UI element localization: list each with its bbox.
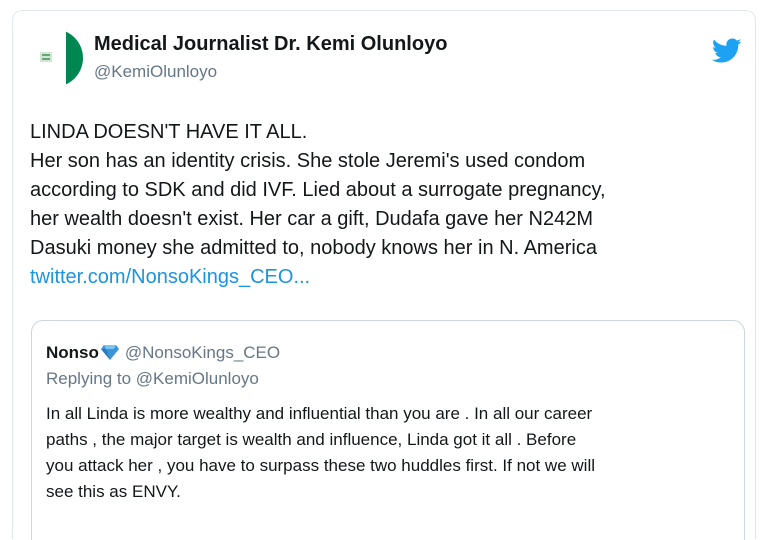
replying-to: Replying to @KemiOlunloyo	[46, 369, 259, 388]
quoted-line: see this as ENVY.	[46, 482, 181, 501]
tweet-line: LINDA DOESN'T HAVE IT ALL.	[30, 121, 308, 143]
tweet-link[interactable]: twitter.com/NonsoKings_CEO...	[30, 263, 730, 292]
quoted-header: Nonso @NonsoKings_CEO	[46, 343, 280, 363]
blue-diamond-icon	[100, 345, 119, 360]
quoted-line: In all Linda is more wealthy and influen…	[46, 404, 593, 423]
tweet-line: according to SDK and did IVF. Lied about…	[30, 179, 606, 201]
tweet-text: LINDA DOESN'T HAVE IT ALL. Her son has a…	[30, 118, 730, 292]
quoted-text: In all Linda is more wealthy and influen…	[46, 401, 736, 505]
quoted-tweet[interactable]: Nonso @NonsoKings_CEO Replying to @KemiO…	[31, 320, 745, 540]
tweet-line: Her son has an identity crisis. She stol…	[30, 150, 586, 172]
tweet-line: her wealth doesn't exist. Her car a gift…	[30, 208, 593, 230]
quoted-line: you attack her , you have to surpass the…	[46, 456, 595, 475]
nigeria-flag-avatar-icon[interactable]	[24, 28, 84, 88]
user-handle[interactable]: @KemiOlunloyo	[94, 62, 217, 82]
quoted-line: paths , the major target is wealth and i…	[46, 430, 577, 449]
quoted-display-name[interactable]: Nonso	[46, 343, 99, 362]
tweet-line: Dasuki money she admitted to, nobody kno…	[30, 237, 597, 259]
display-name[interactable]: Medical Journalist Dr. Kemi Olunloyo	[94, 33, 447, 56]
quoted-handle[interactable]: @NonsoKings_CEO	[125, 343, 280, 362]
twitter-bird-icon[interactable]	[712, 38, 742, 64]
